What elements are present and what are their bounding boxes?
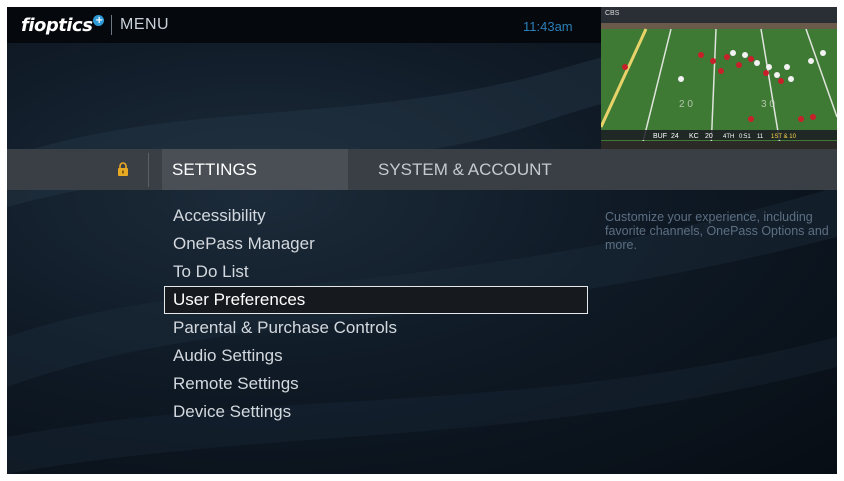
brand-plus-badge: +: [93, 15, 105, 26]
svg-text:2 0: 2 0: [679, 99, 693, 110]
menu-item-remote-settings[interactable]: Remote Settings: [164, 370, 588, 398]
score-quarter: 4TH: [723, 134, 734, 140]
tab-separator: [148, 153, 149, 187]
score-play-clock: 11: [757, 134, 764, 140]
tab-settings-label[interactable]: SETTINGS: [172, 160, 257, 180]
menu-item-parental-purchase-controls[interactable]: Parental & Purchase Controls: [164, 314, 588, 342]
score-down-distance: 1ST & 10: [771, 134, 797, 140]
score-network: CBS: [605, 10, 620, 17]
menu-item-user-preferences[interactable]: User Preferences: [164, 286, 588, 314]
tab-system-account[interactable]: SYSTEM & ACCOUNT: [378, 160, 552, 180]
score-home-team: KC: [689, 133, 699, 140]
tv-screen: fioptics + MENU 11:43am 2 0 3 0 CBS BUF …: [7, 7, 837, 474]
item-description: Customize your experience, including fav…: [605, 210, 829, 252]
settings-menu: Accessibility OnePass Manager To Do List…: [164, 202, 588, 426]
score-away-team: BUF: [653, 133, 667, 140]
score-away-score: 24: [671, 133, 679, 140]
menu-item-onepass-manager[interactable]: OnePass Manager: [164, 230, 588, 258]
clock: 11:43am: [523, 19, 573, 34]
football-field-picture: 2 0 3 0 CBS BUF 24 KC 20 4TH 0:51 11 1ST…: [601, 7, 837, 150]
page-title: MENU: [120, 16, 170, 33]
menu-item-accessibility[interactable]: Accessibility: [164, 202, 588, 230]
live-tv-preview[interactable]: 2 0 3 0 CBS BUF 24 KC 20 4TH 0:51 11 1ST…: [601, 7, 837, 150]
score-game-clock: 0:51: [739, 134, 751, 140]
menu-item-to-do-list[interactable]: To Do List: [164, 258, 588, 286]
menu-item-audio-settings[interactable]: Audio Settings: [164, 342, 588, 370]
svg-text:3 0: 3 0: [761, 99, 775, 110]
brand-name: fioptics: [21, 15, 93, 36]
score-home-score: 20: [705, 133, 713, 140]
header-divider: [111, 15, 112, 35]
menu-item-device-settings[interactable]: Device Settings: [164, 398, 588, 426]
fioptics-logo: fioptics +: [21, 15, 105, 36]
lock-icon[interactable]: [117, 162, 129, 176]
